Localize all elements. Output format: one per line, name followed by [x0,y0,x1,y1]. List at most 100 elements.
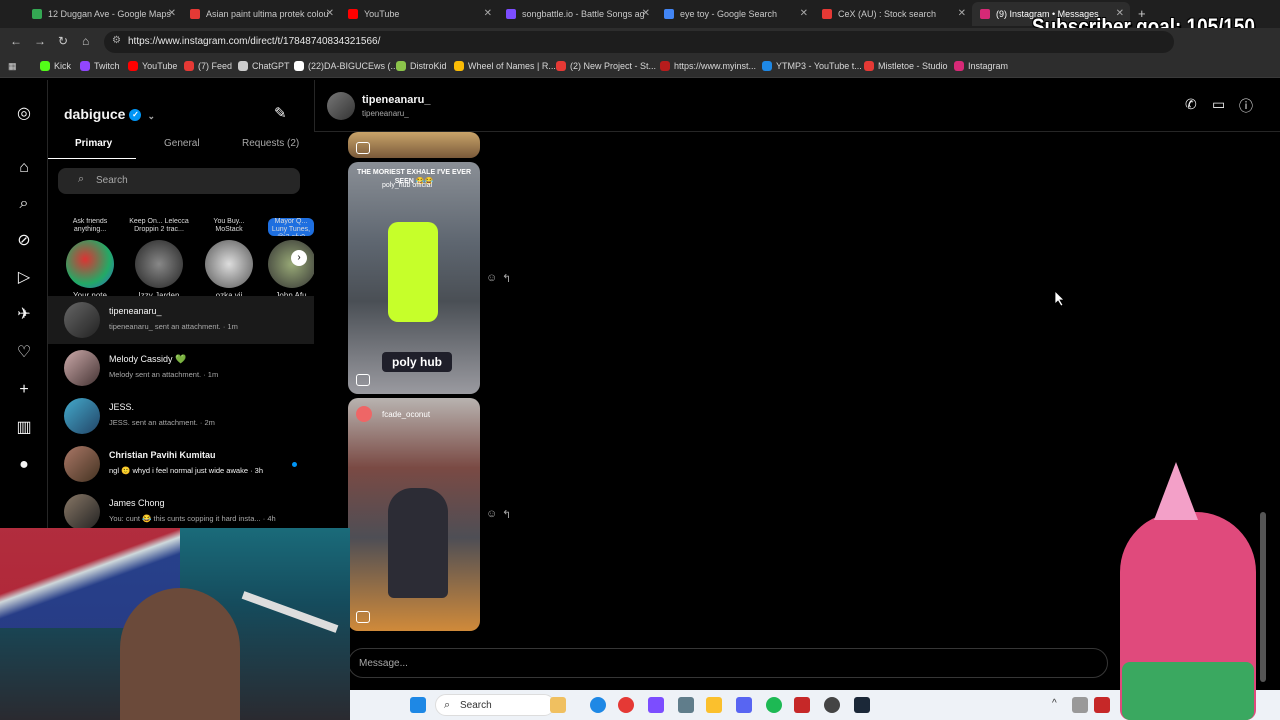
bookmark-item[interactable]: Mistletoe - Studio [864,61,948,71]
folder-icon[interactable] [706,697,722,713]
search-icon[interactable]: ⌕ [14,194,34,214]
bookmark-item[interactable]: (2) New Project - St... [556,61,656,71]
avatar [205,240,253,288]
chrome-icon[interactable] [618,697,634,713]
instagram-logo-icon[interactable]: ◎ [14,104,34,124]
info-icon[interactable]: ⓘ [1239,96,1253,116]
bookmark-item[interactable]: Instagram [954,61,1008,71]
conversation-item[interactable]: tipeneanaru_ tipeneanaru_ sent an attach… [48,296,314,344]
chat-contact-name[interactable]: tipeneanaru_ [362,94,430,106]
settings-icon[interactable] [678,697,694,713]
bookmark-item[interactable]: YTMP3 - YouTube t... [762,61,862,71]
scroll-thumb[interactable] [1260,512,1266,682]
forward-icon[interactable]: → [34,34,46,48]
bookmark-item[interactable]: Twitch [80,61,120,71]
chevron-down-icon: ⌄ [147,111,156,121]
tray-chevron-icon[interactable]: ^ [1052,698,1057,709]
tab-google-maps[interactable]: 12 Duggan Ave - Google Maps ✕ [24,2,182,26]
react-icon[interactable]: ☺ [486,508,497,520]
address-bar[interactable]: ⚙ https://www.instagram.com/direct/t/178… [104,31,1174,53]
home-icon[interactable]: ⌂ [82,34,89,48]
account-switcher[interactable]: dabiguce ✓ ⌄ [64,106,155,122]
chat-header: tipeneanaru_ tipeneanaru_ ✆ ▭ ⓘ [314,80,1280,132]
bookmark-item[interactable]: https://www.myinst... [660,61,756,71]
tab-general[interactable]: General [164,138,200,149]
close-icon[interactable]: ✕ [484,8,492,19]
compose-icon[interactable]: ✎ [274,104,287,122]
back-icon[interactable]: ← [10,34,22,48]
reel-attachment[interactable]: THE MORIEST EXHALE I'VE EVER SEEN 😂😂 pol… [348,162,480,394]
copilot-icon[interactable] [648,697,664,713]
note-item[interactable]: Keep On... Lelecca Droppin 2 trac... Izz… [129,218,189,300]
steam-icon[interactable] [854,697,870,713]
tray-icon[interactable] [1072,697,1088,713]
reply-icon[interactable]: ↰ [502,272,511,285]
bookmark-item[interactable]: YouTube [128,61,177,71]
tab-youtube[interactable]: YouTube ✕ [340,2,498,26]
avatar [356,406,372,422]
close-icon[interactable]: ✕ [326,8,334,19]
reel-attachment[interactable] [348,132,480,158]
tab-requests[interactable]: Requests (2) [242,138,299,149]
chevron-right-icon[interactable]: › [291,250,307,266]
tab-asian-paint[interactable]: Asian paint ultima protek colou ✕ [182,2,340,26]
react-icon[interactable]: ☺ [486,272,497,284]
close-icon[interactable]: ✕ [642,8,650,19]
search-input[interactable]: ⌕ Search [58,168,300,194]
windows-start-icon[interactable] [410,697,426,713]
apps-icon[interactable]: ▦ [8,61,17,72]
obs-icon[interactable] [824,697,840,713]
unread-dot [292,462,297,467]
browser-toolbar: ← → ↻ ⌂ ⚙ https://www.instagram.com/dire… [0,28,1280,56]
video-call-icon[interactable]: ▭ [1212,96,1225,113]
tab-songbattle[interactable]: songbattle.io - Battle Songs ag ✕ [498,2,656,26]
conversation-item[interactable]: JESS. JESS. sent an attachment. · 2m [48,392,314,440]
note-item[interactable]: You Buy... MoStack ozka.vii [199,218,259,300]
reload-icon[interactable]: ↻ [58,34,68,48]
create-icon[interactable]: + [14,380,34,400]
reply-icon[interactable]: ↰ [502,508,511,521]
search-icon: ⌕ [78,173,85,185]
message-input[interactable]: Message... [348,648,1108,678]
close-icon[interactable]: ✕ [168,8,176,19]
verified-badge-icon: ✓ [129,109,142,122]
tab-eye-toy[interactable]: eye toy - Google Search ✕ [656,2,814,26]
conversation-item[interactable]: Christian Pavihi Kumitau ngl 🙂 whyd i fe… [48,440,314,488]
discord-icon[interactable] [736,697,752,713]
note-item[interactable]: Ask friends anything... Your note [60,218,120,300]
home-icon[interactable]: ⌂ [14,158,34,178]
phone-icon[interactable]: ✆ [1185,96,1197,113]
close-icon[interactable]: ✕ [958,8,966,19]
chat-contact-username: tipeneanaru_ [362,109,409,118]
avatar[interactable] [327,92,355,120]
spotify-icon[interactable] [766,697,782,713]
bookmark-item[interactable]: Wheel of Names | R... [454,61,556,71]
instagram-icon [954,61,964,71]
avatar [64,350,100,386]
dashboard-icon[interactable]: ▥ [14,418,34,438]
close-icon[interactable]: ✕ [800,8,808,19]
file-explorer-icon[interactable] [550,697,566,713]
distrokid-icon [396,61,406,71]
bookmark-item[interactable]: DistroKid [396,61,447,71]
app-icon[interactable] [794,697,810,713]
notifications-icon[interactable]: ♡ [14,343,34,363]
bookmark-item[interactable]: ChatGPT [238,61,290,71]
bookmark-item[interactable]: (22)DA-BIGUCEws (... [294,61,398,71]
reel-brand-label: poly hub [382,352,452,372]
reels-icon[interactable]: ▷ [14,268,34,288]
person-figure [388,222,438,322]
bookmark-item[interactable]: (7) Feed [184,61,232,71]
tab-cex[interactable]: CeX (AU) : Stock search ✕ [814,2,972,26]
site-info-icon[interactable]: ⚙ [112,35,121,46]
messages-icon[interactable]: ✈ [14,305,34,325]
tab-primary[interactable]: Primary [75,138,112,149]
edge-icon[interactable] [590,697,606,713]
explore-icon[interactable]: ⊘ [14,231,34,251]
bookmark-item[interactable]: Kick [40,61,71,71]
reel-attachment[interactable]: fcade_oconut [348,398,480,631]
avatar [64,446,100,482]
profile-avatar-icon[interactable]: ● [14,455,34,475]
conversation-item[interactable]: Melody Cassidy 💚 Melody sent an attachme… [48,344,314,392]
taskbar-search[interactable]: ⌕ Search [435,694,555,716]
